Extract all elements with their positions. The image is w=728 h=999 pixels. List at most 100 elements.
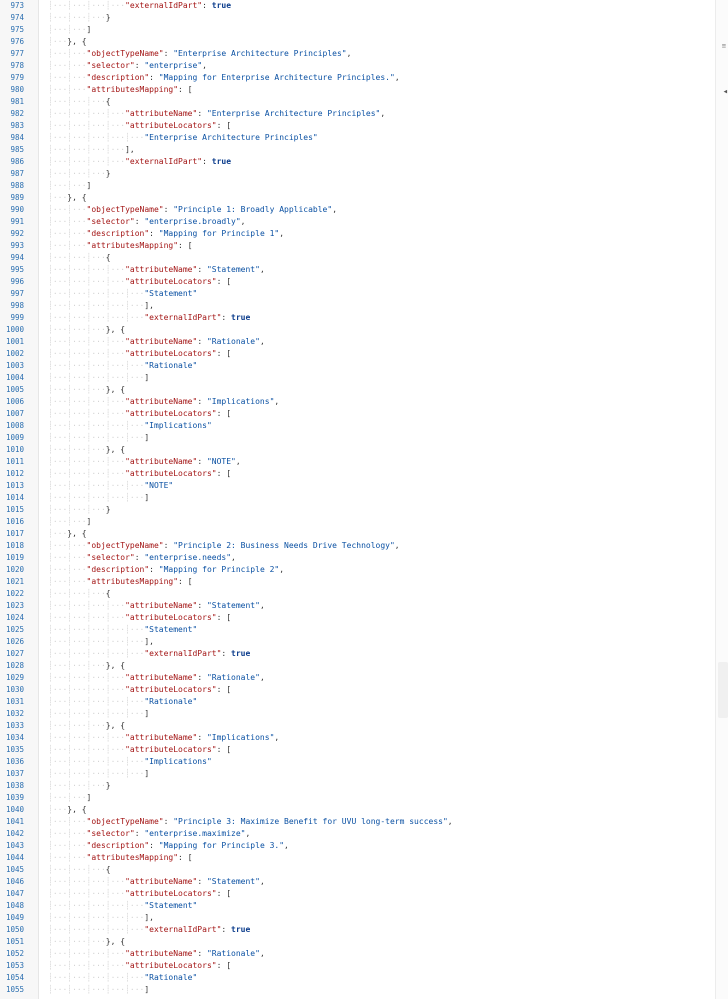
code-line[interactable]: 1048 ┊···┊···┊···┊···┊···"Statement" xyxy=(0,900,716,912)
code-line[interactable]: 1046 ┊···┊···┊···┊···"attributeName": "St… xyxy=(0,876,716,888)
code-line[interactable]: 1035 ┊···┊···┊···┊···"attributeLocators":… xyxy=(0,744,716,756)
code-editor[interactable]: 973 ┊···┊···┊···┊···"externalIdPart": tru… xyxy=(0,0,728,999)
json-key: "externalIdPart" xyxy=(144,313,222,322)
code-line[interactable]: 974 ┊···┊···┊···} xyxy=(0,12,716,24)
code-line[interactable]: 983 ┊···┊···┊···┊···"attributeLocators": … xyxy=(0,120,716,132)
code-line[interactable]: 1044 ┊···┊···"attributesMapping": [ xyxy=(0,852,716,864)
code-line[interactable]: 982 ┊···┊···┊···┊···"attributeName": "Ent… xyxy=(0,108,716,120)
code-line[interactable]: 1004 ┊···┊···┊···┊···┊···] xyxy=(0,372,716,384)
code-line[interactable]: 1023 ┊···┊···┊···┊···"attributeName": "St… xyxy=(0,600,716,612)
code-line[interactable]: 1030 ┊···┊···┊···┊···"attributeLocators":… xyxy=(0,684,716,696)
indent-guide: ┊···┊···┊··· xyxy=(48,865,106,874)
code-line[interactable]: 1013 ┊···┊···┊···┊···┊···"NOTE" xyxy=(0,480,716,492)
code-line[interactable]: 1039 ┊···┊···] xyxy=(0,792,716,804)
code-line[interactable]: 994 ┊···┊···┊···{ xyxy=(0,252,716,264)
code-line[interactable]: 977 ┊···┊···"objectTypeName": "Enterprise… xyxy=(0,48,716,60)
code-line[interactable]: 990 ┊···┊···"objectTypeName": "Principle … xyxy=(0,204,716,216)
code-line[interactable]: 1007 ┊···┊···┊···┊···"attributeLocators":… xyxy=(0,408,716,420)
code-line[interactable]: 1038 ┊···┊···┊···} xyxy=(0,780,716,792)
code-line[interactable]: 1028 ┊···┊···┊···}, { xyxy=(0,660,716,672)
code-line[interactable]: 1036 ┊···┊···┊···┊···┊···"Implications" xyxy=(0,756,716,768)
code-line[interactable]: 999 ┊···┊···┊···┊···┊···"externalIdPart":… xyxy=(0,312,716,324)
code-line[interactable]: 1041 ┊···┊···"objectTypeName": "Principle… xyxy=(0,816,716,828)
code-line[interactable]: 1032 ┊···┊···┊···┊···┊···] xyxy=(0,708,716,720)
code-text: ┊···┊···┊···┊···"attributeLocators": [ xyxy=(48,612,231,624)
indent-guide: ┊···┊···┊··· xyxy=(48,385,106,394)
scrollbar-thumb[interactable] xyxy=(718,662,728,718)
json-key: "attributeName" xyxy=(125,265,198,274)
code-line[interactable]: 975 ┊···┊···] xyxy=(0,24,716,36)
code-line[interactable]: 1031 ┊···┊···┊···┊···┊···"Rationale" xyxy=(0,696,716,708)
code-line[interactable]: 979 ┊···┊···"description": "Mapping for E… xyxy=(0,72,716,84)
code-line[interactable]: 1010 ┊···┊···┊···}, { xyxy=(0,444,716,456)
indent-guide: ┊···┊···┊···┊··· xyxy=(48,961,126,970)
code-line[interactable]: 1019 ┊···┊···"selector": "enterprise.need… xyxy=(0,552,716,564)
overview-ruler[interactable]: ≡ xyxy=(715,0,728,999)
code-line[interactable]: 1024 ┊···┊···┊···┊···"attributeLocators":… xyxy=(0,612,716,624)
code-line[interactable]: 1006 ┊···┊···┊···┊···"attributeName": "Im… xyxy=(0,396,716,408)
code-line[interactable]: 1055 ┊···┊···┊···┊···┊···] xyxy=(0,984,716,996)
code-line[interactable]: 1027 ┊···┊···┊···┊···┊···"externalIdPart"… xyxy=(0,648,716,660)
code-line[interactable]: 1026 ┊···┊···┊···┊···┊···], xyxy=(0,636,716,648)
code-line[interactable]: 1011 ┊···┊···┊···┊···"attributeName": "NO… xyxy=(0,456,716,468)
code-line[interactable]: 1051 ┊···┊···┊···}, { xyxy=(0,936,716,948)
code-line[interactable]: 1000 ┊···┊···┊···}, { xyxy=(0,324,716,336)
code-line[interactable]: 980 ┊···┊···"attributesMapping": [ xyxy=(0,84,716,96)
code-line[interactable]: 1054 ┊···┊···┊···┊···┊···"Rationale" xyxy=(0,972,716,984)
code-line[interactable]: 1052 ┊···┊···┊···┊···"attributeName": "Ra… xyxy=(0,948,716,960)
code-line[interactable]: 1014 ┊···┊···┊···┊···┊···] xyxy=(0,492,716,504)
code-line[interactable]: 1033 ┊···┊···┊···}, { xyxy=(0,720,716,732)
code-line[interactable]: 1009 ┊···┊···┊···┊···┊···] xyxy=(0,432,716,444)
code-line[interactable]: 1016 ┊···┊···] xyxy=(0,516,716,528)
code-text: ┊···┊···┊···┊···┊···] xyxy=(48,708,149,720)
code-line[interactable]: 1018 ┊···┊···"objectTypeName": "Principle… xyxy=(0,540,716,552)
code-line[interactable]: 988 ┊···┊···] xyxy=(0,180,716,192)
code-line[interactable]: 991 ┊···┊···"selector": "enterprise.broad… xyxy=(0,216,716,228)
code-line[interactable]: 995 ┊···┊···┊···┊···"attributeName": "Sta… xyxy=(0,264,716,276)
code-line[interactable]: 997 ┊···┊···┊···┊···┊···"Statement" xyxy=(0,288,716,300)
code-line[interactable]: 1022 ┊···┊···┊···{ xyxy=(0,588,716,600)
code-line[interactable]: 1012 ┊···┊···┊···┊···"attributeLocators":… xyxy=(0,468,716,480)
code-line[interactable]: 978 ┊···┊···"selector": "enterprise", xyxy=(0,60,716,72)
code-line[interactable]: 985 ┊···┊···┊···┊···], xyxy=(0,144,716,156)
code-text: ┊···┊···┊···┊···"attributeLocators": [ xyxy=(48,888,231,900)
code-text: ┊···┊···"objectTypeName": "Principle 3: … xyxy=(48,816,453,828)
code-line[interactable]: 1017 ┊···}, { xyxy=(0,528,716,540)
code-line[interactable]: 1015 ┊···┊···┊···} xyxy=(0,504,716,516)
code-line[interactable]: 1034 ┊···┊···┊···┊···"attributeName": "Im… xyxy=(0,732,716,744)
json-boolean: true xyxy=(231,649,251,658)
code-line[interactable]: 1005 ┊···┊···┊···}, { xyxy=(0,384,716,396)
code-line[interactable]: 1040 ┊···}, { xyxy=(0,804,716,816)
code-line[interactable]: 1045 ┊···┊···┊···{ xyxy=(0,864,716,876)
code-line[interactable]: 987 ┊···┊···┊···} xyxy=(0,168,716,180)
code-line[interactable]: 1037 ┊···┊···┊···┊···┊···] xyxy=(0,768,716,780)
code-line[interactable]: 989 ┊···}, { xyxy=(0,192,716,204)
code-line[interactable]: 1047 ┊···┊···┊···┊···"attributeLocators":… xyxy=(0,888,716,900)
indent-guide: ┊···┊···┊··· xyxy=(48,661,106,670)
code-line[interactable]: 996 ┊···┊···┊···┊···"attributeLocators": … xyxy=(0,276,716,288)
code-line[interactable]: 984 ┊···┊···┊···┊···┊···"Enterprise Archi… xyxy=(0,132,716,144)
code-text: ┊···┊···┊···┊···┊···"Statement" xyxy=(48,624,197,636)
code-line[interactable]: 973 ┊···┊···┊···┊···"externalIdPart": tru… xyxy=(0,0,716,12)
code-line[interactable]: 976 ┊···}, { xyxy=(0,36,716,48)
code-line[interactable]: 1025 ┊···┊···┊···┊···┊···"Statement" xyxy=(0,624,716,636)
code-line[interactable]: 993 ┊···┊···"attributesMapping": [ xyxy=(0,240,716,252)
code-line[interactable]: 1003 ┊···┊···┊···┊···┊···"Rationale" xyxy=(0,360,716,372)
code-line[interactable]: 1001 ┊···┊···┊···┊···"attributeName": "Ra… xyxy=(0,336,716,348)
code-line[interactable]: 1020 ┊···┊···"description": "Mapping for … xyxy=(0,564,716,576)
code-line[interactable]: 1053 ┊···┊···┊···┊···"attributeLocators":… xyxy=(0,960,716,972)
code-line[interactable]: 1043 ┊···┊···"description": "Mapping for … xyxy=(0,840,716,852)
json-punctuation: : [ xyxy=(216,889,232,898)
code-line[interactable]: 1002 ┊···┊···┊···┊···"attributeLocators":… xyxy=(0,348,716,360)
code-line[interactable]: 992 ┊···┊···"description": "Mapping for P… xyxy=(0,228,716,240)
code-line[interactable]: 1050 ┊···┊···┊···┊···┊···"externalIdPart"… xyxy=(0,924,716,936)
code-line[interactable]: 1021 ┊···┊···"attributesMapping": [ xyxy=(0,576,716,588)
code-line[interactable]: 998 ┊···┊···┊···┊···┊···], xyxy=(0,300,716,312)
code-line[interactable]: 986 ┊···┊···┊···┊···"externalIdPart": tru… xyxy=(0,156,716,168)
code-line[interactable]: 1029 ┊···┊···┊···┊···"attributeName": "Ra… xyxy=(0,672,716,684)
code-line[interactable]: 1008 ┊···┊···┊···┊···┊···"Implications" xyxy=(0,420,716,432)
code-line[interactable]: 1042 ┊···┊···"selector": "enterprise.maxi… xyxy=(0,828,716,840)
code-line[interactable]: 1049 ┊···┊···┊···┊···┊···], xyxy=(0,912,716,924)
code-line[interactable]: 981 ┊···┊···┊···{ xyxy=(0,96,716,108)
json-string: "Enterprise Architecture Principles" xyxy=(144,133,318,142)
